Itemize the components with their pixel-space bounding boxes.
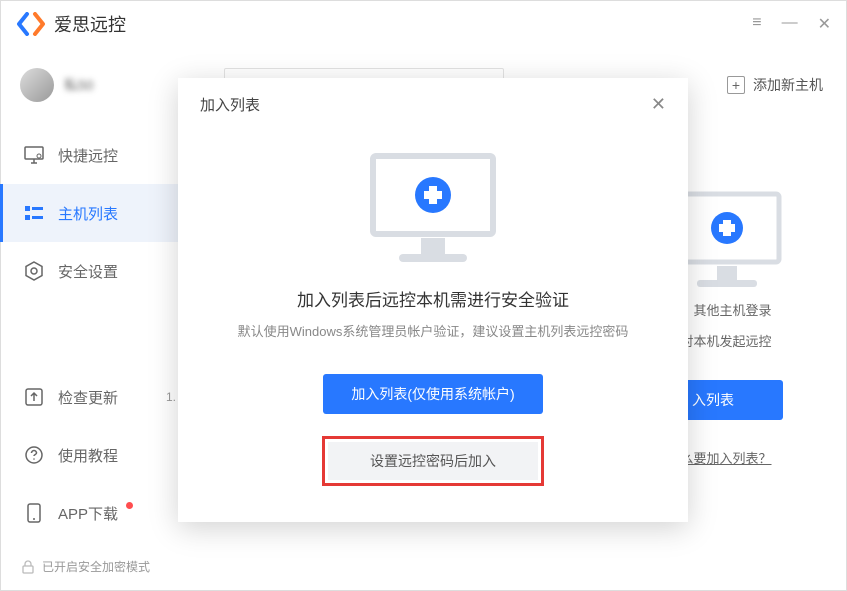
dialog-title-text: 加入列表	[200, 94, 260, 115]
close-icon[interactable]: ✕	[818, 14, 831, 34]
logo-icon	[16, 12, 46, 36]
encrypt-mode: 已开启安全加密模式	[0, 542, 200, 591]
dialog-main-title: 加入列表后远控本机需进行安全验证	[218, 286, 648, 311]
sidebar-item-app[interactable]: APP下载	[0, 484, 200, 542]
sidebar-item-label: 快捷远控	[58, 145, 118, 166]
monitor-icon	[24, 145, 44, 165]
sidebar-item-tutorial[interactable]: 使用教程	[0, 426, 200, 484]
titlebar: 爱思远控 ≡ — ✕	[0, 0, 847, 48]
plus-icon: +	[727, 76, 745, 94]
update-icon	[24, 387, 44, 407]
sidebar-item-update[interactable]: 检查更新 1.	[0, 368, 200, 426]
sidebar-item-label: 主机列表	[58, 203, 118, 224]
list-icon	[24, 203, 44, 223]
encrypt-label: 已开启安全加密模式	[42, 558, 150, 575]
dialog-close-button[interactable]: ✕	[651, 94, 666, 115]
highlighted-frame: 设置远控密码后加入	[322, 436, 544, 486]
phone-icon	[24, 503, 44, 523]
dialog-subtitle: 默认使用Windows系统管理员帐户验证，建议设置主机列表远控密码	[218, 321, 648, 340]
add-host-button[interactable]: + 添加新主机	[727, 75, 823, 95]
user-block[interactable]: 私50	[0, 68, 200, 126]
window-controls: ≡ — ✕	[752, 14, 831, 34]
lock-icon	[22, 560, 34, 574]
sidebar-item-hostlist[interactable]: 主机列表	[0, 184, 200, 242]
sidebar-item-label: APP下载	[58, 503, 118, 524]
app-name: 爱思远控	[54, 11, 126, 37]
sidebar-item-label: 使用教程	[58, 445, 118, 466]
dialog-header: 加入列表 ✕	[178, 78, 688, 130]
join-system-account-button[interactable]: 加入列表(仅使用系统帐户)	[323, 374, 543, 414]
sidebar: 私50 快捷远控 主机列表 安全设置 检查更新 1.	[0, 48, 200, 591]
sidebar-item-security[interactable]: 安全设置	[0, 242, 200, 300]
dialog-illustration	[218, 148, 648, 268]
avatar	[20, 68, 54, 102]
add-host-label: 添加新主机	[753, 75, 823, 95]
app-logo: 爱思远控	[16, 11, 126, 37]
badge-dot	[126, 502, 133, 509]
set-password-join-button[interactable]: 设置远控密码后加入	[328, 442, 538, 480]
sidebar-item-quick[interactable]: 快捷远控	[0, 126, 200, 184]
update-version: 1.	[166, 390, 176, 404]
sidebar-item-label: 安全设置	[58, 261, 118, 282]
help-icon	[24, 445, 44, 465]
sidebar-item-label: 检查更新	[58, 387, 118, 408]
join-dialog: 加入列表 ✕ 加入列表后远控本机需进行安全验证 默认使用Windows系统管理员…	[178, 78, 688, 522]
gear-hex-icon	[24, 261, 44, 281]
minimize-icon[interactable]: —	[782, 14, 798, 34]
username: 私50	[64, 75, 94, 95]
menu-icon[interactable]: ≡	[752, 14, 761, 34]
